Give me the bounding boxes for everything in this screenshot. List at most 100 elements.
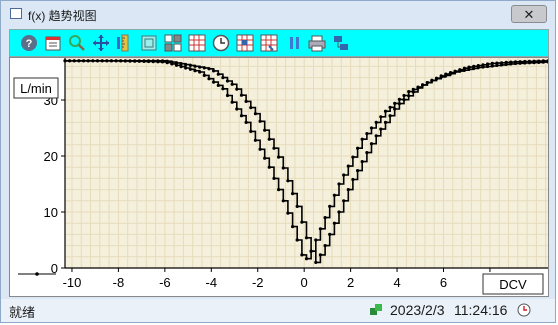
series-1-point <box>346 164 350 168</box>
series-2-point <box>253 112 257 116</box>
series-1-point <box>402 93 406 98</box>
status-date: 2023/2/3 <box>390 302 445 318</box>
toolbar: ? <box>9 29 549 57</box>
series-1-point <box>407 90 411 94</box>
series-1-point <box>277 188 281 192</box>
grid-select-icon[interactable] <box>236 34 254 52</box>
alarm-clock-icon[interactable] <box>517 303 531 317</box>
x-tick-label: -8 <box>113 275 125 290</box>
series-1-point <box>342 173 346 177</box>
status-time: 11:24:16 <box>454 302 508 318</box>
series-2-point <box>123 59 127 63</box>
series-2-point <box>142 59 146 63</box>
series-2-point <box>346 188 350 192</box>
close-button[interactable]: ✕ <box>511 5 547 23</box>
series-1-point <box>216 83 220 87</box>
fit-icon[interactable] <box>140 34 158 52</box>
series-1-point <box>249 129 253 133</box>
series-2-point <box>490 61 494 65</box>
series-2-point <box>281 166 285 170</box>
series-2-point <box>249 106 253 110</box>
series-2-point <box>379 127 383 131</box>
series-1-point <box>360 137 364 141</box>
series-2-point <box>462 66 466 70</box>
title-bar[interactable]: f(x) 趋势视图 ✕ <box>1 1 555 27</box>
series-2-point <box>323 244 327 248</box>
series-2-point <box>495 61 499 65</box>
series-1-point <box>258 147 262 151</box>
series-1-point <box>281 199 285 203</box>
series-2-point <box>184 63 188 67</box>
legend-marker <box>35 272 39 276</box>
series-2-point <box>72 59 76 63</box>
series-2-point <box>263 128 267 132</box>
series-2-point <box>472 64 476 68</box>
y-tick-label: 10 <box>44 205 58 220</box>
series-2-point <box>147 59 151 63</box>
x-tick-label: 4 <box>393 275 400 290</box>
trend-plot[interactable]: 3020100 -10-8-6-4-202468 L/min DCV <box>9 57 549 297</box>
zoom-icon[interactable] <box>68 34 86 52</box>
series-2-point <box>207 67 211 71</box>
pan-icon[interactable] <box>92 34 110 52</box>
series-1-point <box>225 93 230 98</box>
export-icon[interactable] <box>332 34 350 52</box>
status-text: 就绪 <box>9 305 36 320</box>
pause-icon[interactable] <box>286 34 304 52</box>
clock-icon[interactable] <box>212 34 230 52</box>
series-2-point <box>537 59 541 63</box>
series-2-point <box>393 107 397 111</box>
series-1-point <box>253 138 257 142</box>
series-2-point <box>95 59 100 63</box>
layout-icon[interactable] <box>164 34 182 52</box>
series-2-point <box>356 169 360 173</box>
series-1-point <box>267 165 271 169</box>
series-1-point <box>235 107 239 111</box>
series-2-point <box>453 69 457 73</box>
series-1-point <box>188 67 192 71</box>
series-2-point <box>486 62 490 66</box>
series-2-point <box>295 204 299 208</box>
series-1-point <box>383 109 388 113</box>
series-2-point <box>448 71 453 75</box>
help-icon[interactable]: ? <box>20 34 38 52</box>
series-2-point <box>156 59 160 63</box>
series-1-point <box>212 80 216 84</box>
series-2-point <box>77 59 81 63</box>
series-2-point <box>388 114 392 118</box>
series-1-point <box>393 101 397 105</box>
series-2-point <box>332 221 336 225</box>
series-1-point <box>295 238 299 242</box>
series-2-point <box>444 72 448 76</box>
series-2-point <box>328 232 332 236</box>
trend-chart: 3020100 -10-8-6-4-202468 L/min DCV <box>13 58 548 295</box>
series-2-point <box>170 60 174 64</box>
series-2-point <box>193 64 197 68</box>
x-tick-label: -6 <box>159 275 171 290</box>
series-2-point <box>360 160 364 164</box>
series-1-point <box>286 211 290 215</box>
series-2-point <box>202 66 206 70</box>
x-unit-label: DCV <box>499 277 527 292</box>
series-1-point <box>198 70 202 74</box>
grid-icon[interactable] <box>188 34 206 52</box>
series-2-point <box>439 74 443 78</box>
series-2-point <box>541 59 546 63</box>
ruler-icon[interactable] <box>116 34 134 52</box>
series-2-point <box>476 64 480 68</box>
series-2-point <box>504 60 508 64</box>
series-2-point <box>383 120 388 124</box>
series-1-point <box>365 132 369 136</box>
series-2-point <box>160 59 165 63</box>
print-icon[interactable] <box>308 34 326 52</box>
y-unit-label: L/min <box>20 81 52 96</box>
series-2-point <box>109 59 113 63</box>
series-2-point <box>318 253 322 257</box>
series-2-point <box>68 59 72 63</box>
calendar-icon[interactable] <box>44 34 62 52</box>
series-1-point <box>323 216 327 220</box>
series-1-point <box>397 97 401 101</box>
series-2-point <box>300 220 304 224</box>
grid-export-icon[interactable] <box>260 34 278 52</box>
series-2-point <box>513 60 518 64</box>
